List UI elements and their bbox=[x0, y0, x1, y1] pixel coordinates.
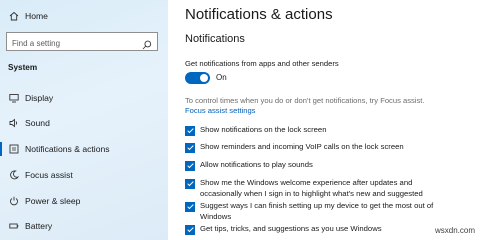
home-icon bbox=[9, 11, 19, 21]
checkbox[interactable] bbox=[185, 143, 195, 153]
sidebar-section-title: System bbox=[8, 63, 38, 72]
checkbox-row-welcome-experience[interactable]: Show me the Windows welcome experience a… bbox=[185, 178, 475, 199]
sidebar-item-sound[interactable]: Sound bbox=[0, 113, 168, 133]
get-notifications-label: Get notifications from apps and other se… bbox=[185, 59, 339, 68]
checkbox-row-lock-screen[interactable]: Show notifications on the lock screen bbox=[185, 125, 475, 136]
sidebar-item-focus-assist[interactable]: Focus assist bbox=[0, 165, 168, 185]
sidebar-item-label: Display bbox=[25, 93, 54, 103]
checkbox-label: Show reminders and incoming VoIP calls o… bbox=[200, 142, 404, 151]
battery-icon bbox=[9, 221, 19, 231]
search-icon[interactable] bbox=[142, 37, 152, 50]
sidebar-item-label: Notifications & actions bbox=[25, 144, 110, 154]
checkbox-label: Show me the Windows welcome experience a… bbox=[200, 178, 423, 198]
search-input[interactable] bbox=[7, 35, 142, 52]
checkbox[interactable] bbox=[185, 161, 195, 171]
display-icon bbox=[9, 93, 19, 103]
checkbox-label: Suggest ways I can finish setting up my … bbox=[200, 201, 434, 221]
search-box[interactable] bbox=[6, 32, 158, 52]
checkbox-row-suggest-setup[interactable]: Suggest ways I can finish setting up my … bbox=[185, 201, 475, 222]
notifications-toggle[interactable] bbox=[185, 72, 210, 84]
checkbox[interactable] bbox=[185, 202, 195, 212]
focus-assist-hint: To control times when you do or don't ge… bbox=[185, 96, 425, 105]
watermark: wsxdn.com bbox=[434, 226, 475, 235]
notifications-icon bbox=[9, 144, 19, 154]
toggle-knob bbox=[200, 74, 208, 82]
checkbox[interactable] bbox=[185, 225, 195, 235]
checkbox-label: Show notifications on the lock screen bbox=[200, 125, 327, 134]
toggle-state-label: On bbox=[216, 73, 227, 82]
sidebar-item-display[interactable]: Display bbox=[0, 88, 168, 108]
power-icon bbox=[9, 196, 19, 206]
checkbox[interactable] bbox=[185, 126, 195, 136]
moon-icon bbox=[9, 170, 19, 180]
sidebar-item-battery[interactable]: Battery bbox=[0, 216, 168, 236]
sidebar-item-label: Power & sleep bbox=[25, 196, 81, 206]
checkbox[interactable] bbox=[185, 179, 195, 189]
sidebar-item-power-sleep[interactable]: Power & sleep bbox=[0, 191, 168, 211]
sidebar-item-label: Sound bbox=[25, 118, 50, 128]
sidebar-item-home[interactable]: Home bbox=[0, 6, 168, 26]
sound-icon bbox=[9, 118, 19, 128]
checkbox-row-reminders[interactable]: Show reminders and incoming VoIP calls o… bbox=[185, 142, 475, 153]
page-title: Notifications & actions bbox=[185, 6, 333, 23]
focus-assist-settings-link[interactable]: Focus assist settings bbox=[185, 106, 255, 115]
main-content: Notifications & actions Notifications Ge… bbox=[168, 0, 480, 240]
checkbox-row-tips[interactable]: Get tips, tricks, and suggestions as you… bbox=[185, 224, 475, 235]
section-subtitle: Notifications bbox=[185, 33, 245, 45]
sidebar-item-notifications[interactable]: Notifications & actions bbox=[0, 139, 168, 159]
sidebar-item-label: Home bbox=[25, 11, 48, 21]
sidebar-item-label: Focus assist bbox=[25, 170, 73, 180]
checkbox-label: Get tips, tricks, and suggestions as you… bbox=[200, 224, 382, 233]
sidebar-item-label: Battery bbox=[25, 221, 53, 231]
checkbox-row-sounds[interactable]: Allow notifications to play sounds bbox=[185, 160, 475, 171]
checkbox-label: Allow notifications to play sounds bbox=[200, 160, 313, 169]
sidebar: Home System Display Sound Notifications … bbox=[0, 0, 168, 240]
